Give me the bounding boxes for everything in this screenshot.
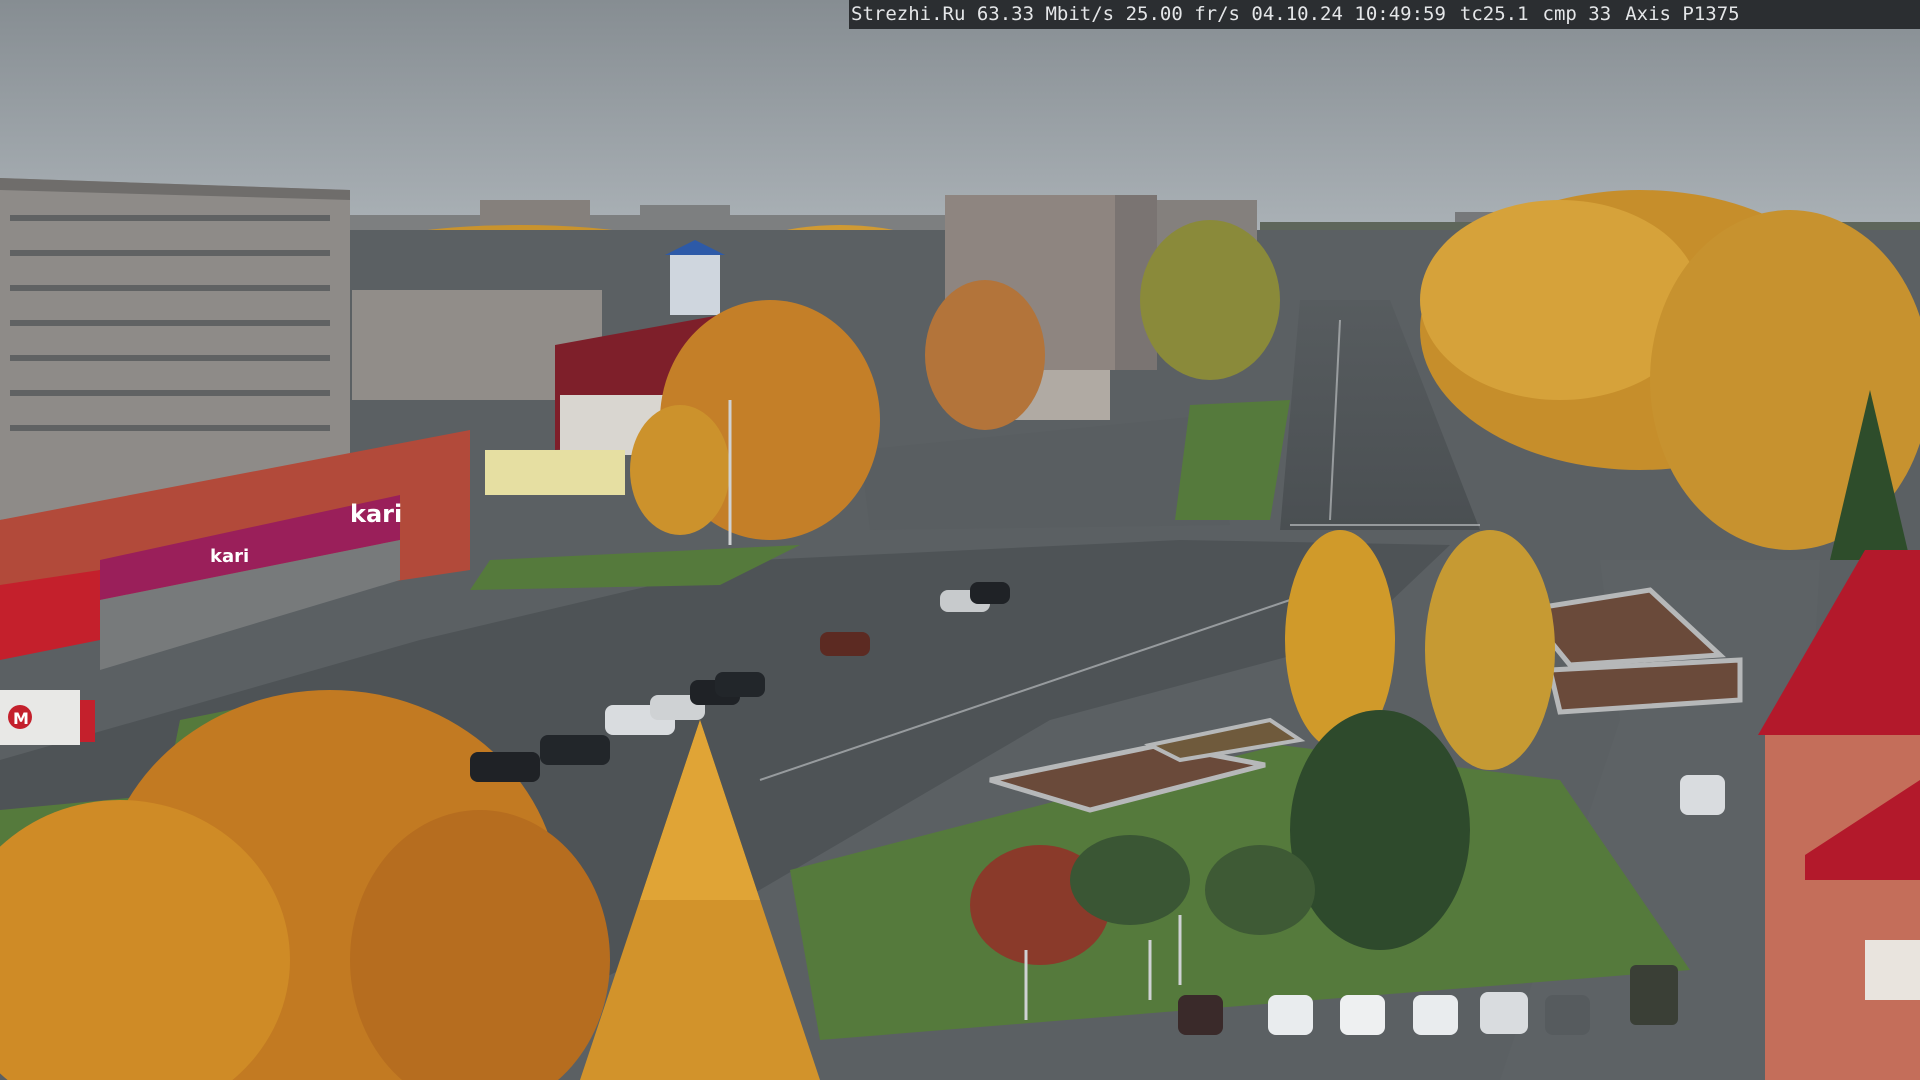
camera-status-bar: Strezhi.Ru 63.33 Mbit/s 25.00 fr/s 04.10… <box>849 0 1920 29</box>
store-sign-main: kari <box>350 500 402 528</box>
city-square-scene: kari kari M <box>0 0 1920 1080</box>
date-readout: 04.10.24 <box>1251 3 1343 25</box>
time-readout: 10:49:59 <box>1354 3 1446 25</box>
bitrate-readout: 63.33 Mbit/s <box>976 3 1115 25</box>
site-name: Strezhi.Ru <box>851 3 966 25</box>
framerate-readout: 25.00 fr/s <box>1125 3 1240 25</box>
tc-readout: tc25.1 <box>1459 3 1529 25</box>
compression-readout: cmp 33 <box>1542 3 1612 25</box>
camera-model: Axis P1375 <box>1625 3 1740 25</box>
webcam-view: kari kari M Strezhi.Ru 63.33 Mbit/s 25.0… <box>0 0 1920 1080</box>
store-sign-secondary: kari <box>210 546 249 567</box>
truck-logo: M <box>13 709 29 728</box>
